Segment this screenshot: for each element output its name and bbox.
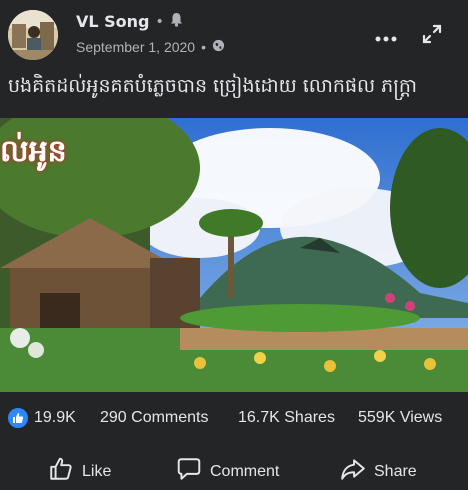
author-avatar[interactable]	[8, 10, 58, 60]
share-label: Share	[374, 462, 417, 480]
post-date[interactable]: September 1, 2020	[76, 39, 195, 55]
post-stats: 19.9K 290 Comments 16.7K Shares 559K Vie…	[0, 402, 468, 436]
globe-icon	[212, 39, 225, 55]
view-count: 559K Views	[358, 409, 443, 426]
bell-icon[interactable]	[170, 12, 183, 31]
separator-dot: •	[155, 13, 164, 30]
video-overlay-text: ល់អូន	[0, 134, 67, 169]
thumbs-up-outline-icon	[48, 456, 74, 487]
post-caption: បងគិតដល់អូនគតបំភ្លេចបាន ច្រៀងដោយ លោកផល ភ…	[8, 75, 417, 97]
like-button[interactable]: Like	[48, 456, 111, 487]
separator-dot: •	[201, 39, 206, 55]
thumbs-up-icon[interactable]	[8, 408, 28, 428]
share-arrow-icon	[340, 456, 366, 487]
comment-count[interactable]: 290 Comments	[100, 409, 209, 427]
like-count[interactable]: 19.9K	[34, 409, 76, 427]
post-actions: Like Comment Share	[0, 448, 468, 490]
share-button[interactable]: Share	[340, 456, 417, 487]
post-header: VL Song • September 1, 2020 •	[0, 0, 468, 70]
expand-button[interactable]	[418, 22, 446, 50]
comment-button[interactable]: Comment	[176, 456, 279, 487]
share-count[interactable]: 16.7K Shares	[238, 409, 335, 427]
comment-label: Comment	[210, 462, 280, 480]
author-name[interactable]: VL Song	[76, 12, 150, 31]
more-options-button[interactable]	[372, 22, 400, 50]
like-label: Like	[82, 462, 112, 480]
comment-bubble-icon	[176, 456, 202, 487]
expand-icon	[422, 24, 442, 48]
post-meta: September 1, 2020 •	[76, 39, 225, 55]
author-row: VL Song •	[76, 12, 183, 31]
more-dots-icon	[375, 27, 397, 46]
video-thumbnail[interactable]: ល់អូន	[0, 118, 468, 392]
